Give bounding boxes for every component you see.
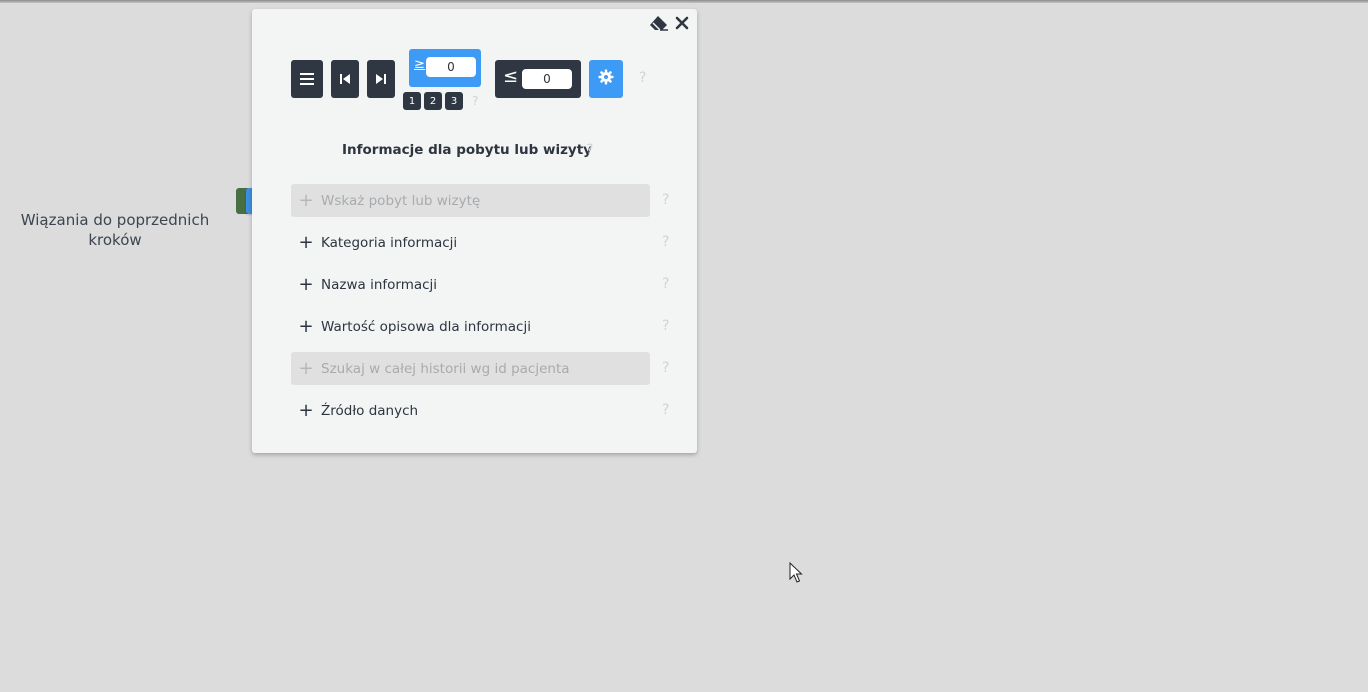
plus-icon: +: [298, 358, 314, 379]
field-data-source[interactable]: + Źródło danych: [291, 394, 650, 427]
skip-first-icon: [339, 70, 351, 89]
last-step-button[interactable]: [367, 60, 395, 98]
section-title: Informacje dla pobytu lub wizyty: [342, 142, 592, 158]
settings-button[interactable]: [589, 60, 623, 98]
panel-top-icons: [649, 15, 689, 31]
toolbar: ≥ 1 2 3 ? ≤: [291, 49, 671, 121]
cursor-icon: [789, 561, 803, 588]
gear-icon: [598, 69, 614, 89]
first-step-button[interactable]: [331, 60, 359, 98]
field-info-name[interactable]: + Nazwa informacji: [291, 268, 650, 301]
min-count-input[interactable]: [426, 57, 476, 77]
field-visit-selector[interactable]: + Wskaż pobyt lub wizytę: [291, 184, 650, 217]
field-label: Wartość opisowa dla informacji: [321, 318, 531, 335]
field-help-icon[interactable]: ?: [662, 318, 669, 334]
page-selector: 1 2 3 ?: [403, 92, 478, 110]
ge-symbol: ≥: [414, 57, 425, 72]
page-button-1[interactable]: 1: [403, 92, 421, 110]
plus-icon: +: [298, 274, 314, 295]
min-count-box: ≥: [409, 49, 481, 87]
field-help-icon[interactable]: ?: [662, 192, 669, 208]
step-panel: ≥ 1 2 3 ? ≤: [252, 9, 697, 453]
menu-icon: [300, 70, 314, 89]
field-label: Źródło danych: [321, 402, 419, 419]
eraser-icon[interactable]: [649, 15, 669, 31]
field-label: Nazwa informacji: [321, 276, 438, 293]
plus-icon: +: [298, 190, 314, 211]
field-label: Szukaj w całej historii wg id pacjenta: [321, 360, 570, 377]
field-info-category[interactable]: + Kategoria informacji: [291, 226, 650, 259]
section-help-icon[interactable]: ?: [586, 142, 593, 158]
max-count-box: ≤: [495, 60, 581, 98]
page-button-2[interactable]: 2: [424, 92, 442, 110]
max-count-input[interactable]: [522, 69, 572, 89]
plus-icon: +: [298, 400, 314, 421]
menu-button[interactable]: [291, 60, 323, 98]
toolbar-help-icon[interactable]: ?: [639, 70, 646, 86]
page-button-3[interactable]: 3: [445, 92, 463, 110]
field-label: Wskaż pobyt lub wizytę: [321, 192, 481, 209]
pages-help-icon[interactable]: ?: [472, 94, 478, 108]
le-symbol: ≤: [503, 66, 519, 87]
plus-icon: +: [298, 232, 314, 253]
skip-last-icon: [375, 70, 387, 89]
field-help-icon[interactable]: ?: [662, 360, 669, 376]
field-help-icon[interactable]: ?: [662, 402, 669, 418]
field-help-icon[interactable]: ?: [662, 276, 669, 292]
plus-icon: +: [298, 316, 314, 337]
field-label: Kategoria informacji: [321, 234, 458, 251]
close-icon[interactable]: [675, 16, 689, 30]
top-shadow-bar: [0, 0, 1368, 3]
field-info-description[interactable]: + Wartość opisowa dla informacji: [291, 310, 650, 343]
bindings-label: Wiązania do poprzednich kroków: [20, 211, 210, 249]
field-search-history[interactable]: + Szukaj w całej historii wg id pacjenta: [291, 352, 650, 385]
field-help-icon[interactable]: ?: [662, 234, 669, 250]
